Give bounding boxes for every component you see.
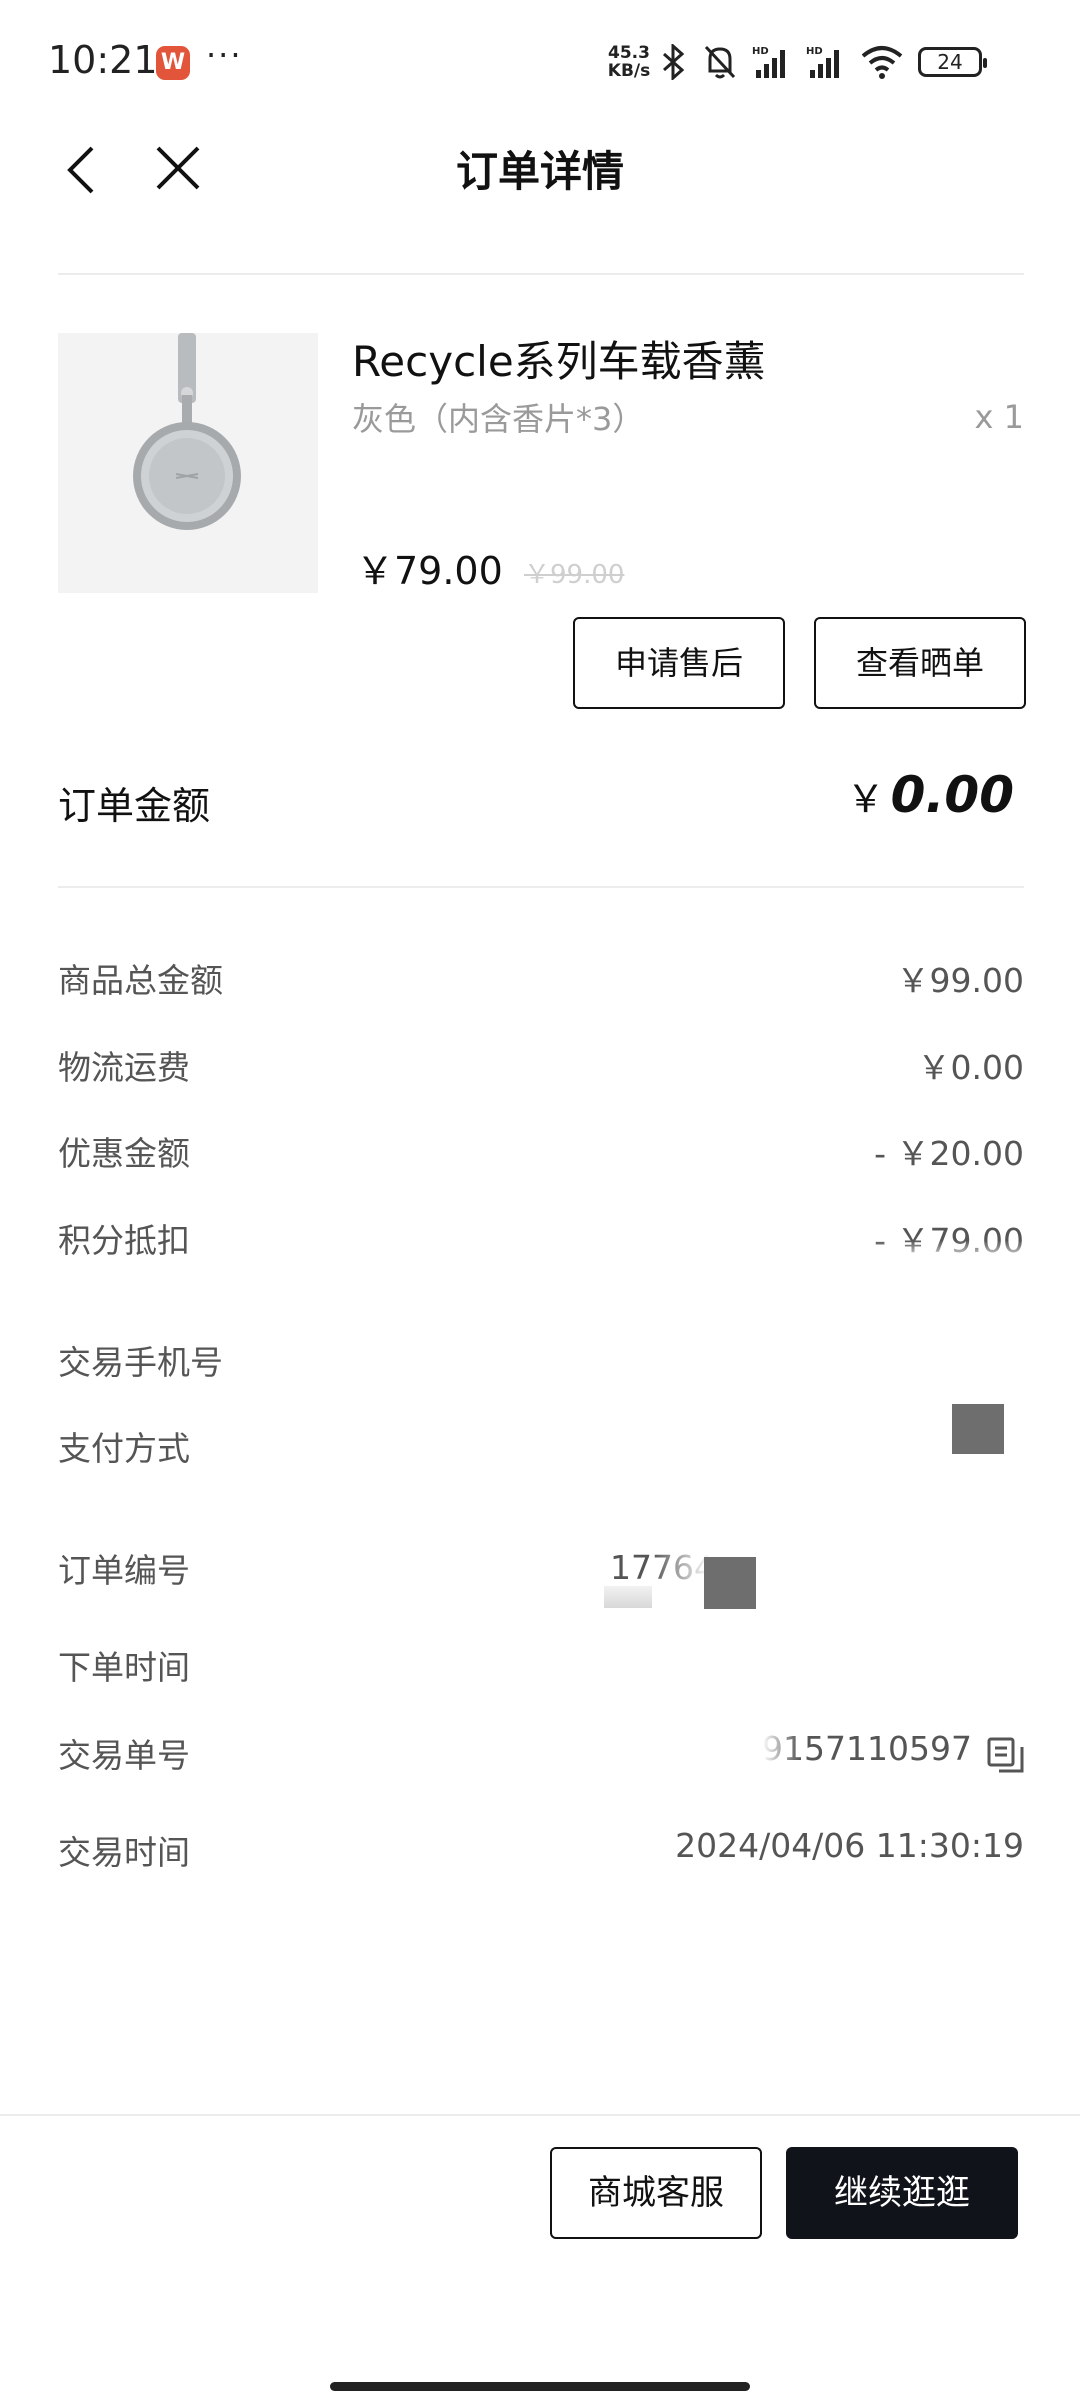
discount-value: - ￥20.00 (874, 1134, 1024, 1173)
apply-after-sales-button[interactable]: 申请售后 (573, 617, 785, 709)
payment-method-label: 支付方式 (58, 1429, 190, 1468)
more-notifications-icon: ··· (206, 36, 243, 74)
order-time-label: 下单时间 (58, 1648, 190, 1687)
network-speed: 45.3 KB/s (607, 43, 651, 81)
goods-total-label: 商品总金额 (58, 961, 223, 1000)
svg-text:HD: HD (752, 46, 769, 57)
product-name[interactable]: Recycle系列车载香薰 (352, 328, 766, 389)
home-indicator[interactable] (330, 2382, 750, 2391)
product-quantity: x 1 (974, 398, 1024, 436)
status-bar: 10:21 W ··· 45.3 KB/s HD HD 24 (0, 0, 1080, 120)
redacted-payment-method (952, 1404, 1004, 1454)
divider (58, 886, 1024, 888)
nav-header: 订单详情 (0, 120, 1080, 270)
continue-shopping-button[interactable]: 继续逛逛 (786, 2147, 1018, 2239)
order-amount-number: 0.00 (890, 766, 1014, 824)
copy-icon[interactable] (986, 1736, 1026, 1776)
redacted-order-number (704, 1557, 756, 1609)
discount-label: 优惠金额 (58, 1134, 190, 1173)
page-title: 订单详情 (455, 147, 624, 196)
order-number-value: 17764 (610, 1548, 715, 1587)
trade-number-value: 9157110597 (762, 1729, 972, 1768)
wps-app-icon: W (156, 46, 190, 80)
bell-muted-icon (702, 43, 738, 81)
divider (58, 273, 1024, 275)
product-image[interactable] (58, 333, 318, 593)
bluetooth-icon (660, 44, 688, 80)
order-amount-label: 订单金额 (58, 784, 211, 828)
signal-hd-icon: HD (806, 44, 846, 80)
svg-text:HD: HD (806, 46, 823, 57)
divider (0, 2114, 1080, 2116)
view-review-button[interactable]: 查看晒单 (814, 617, 1026, 709)
status-time: 10:21 (48, 38, 158, 82)
points-deduction-label: 积分抵扣 (58, 1221, 190, 1260)
order-number-label: 订单编号 (58, 1551, 190, 1590)
redacted-order-number (604, 1586, 652, 1608)
shipping-fee-label: 物流运费 (58, 1048, 190, 1087)
points-deduction-value: - ￥79.00 (874, 1221, 1024, 1260)
goods-total-value: ￥99.00 (896, 961, 1024, 1000)
status-icons: HD HD 24 (660, 40, 987, 84)
shipping-fee-value: ￥0.00 (917, 1048, 1024, 1087)
customer-service-button[interactable]: 商城客服 (550, 2147, 762, 2239)
signal-hd-icon: HD (752, 44, 792, 80)
product-price: ￥79.00 (356, 549, 503, 593)
trade-number-label: 交易单号 (58, 1736, 190, 1775)
product-variant: 灰色（内含香片*3） (352, 400, 645, 438)
trade-time-value: 2024/04/06 11:30:19 (675, 1826, 1024, 1865)
currency-symbol: ￥ (846, 777, 885, 821)
product-original-price: ￥99.00 (524, 560, 625, 590)
trade-phone-label: 交易手机号 (58, 1343, 223, 1382)
order-amount-value: ￥ 0.00 (847, 766, 1014, 824)
battery-icon: 24 (918, 47, 987, 77)
trade-time-label: 交易时间 (58, 1833, 190, 1872)
wifi-icon (860, 44, 904, 80)
